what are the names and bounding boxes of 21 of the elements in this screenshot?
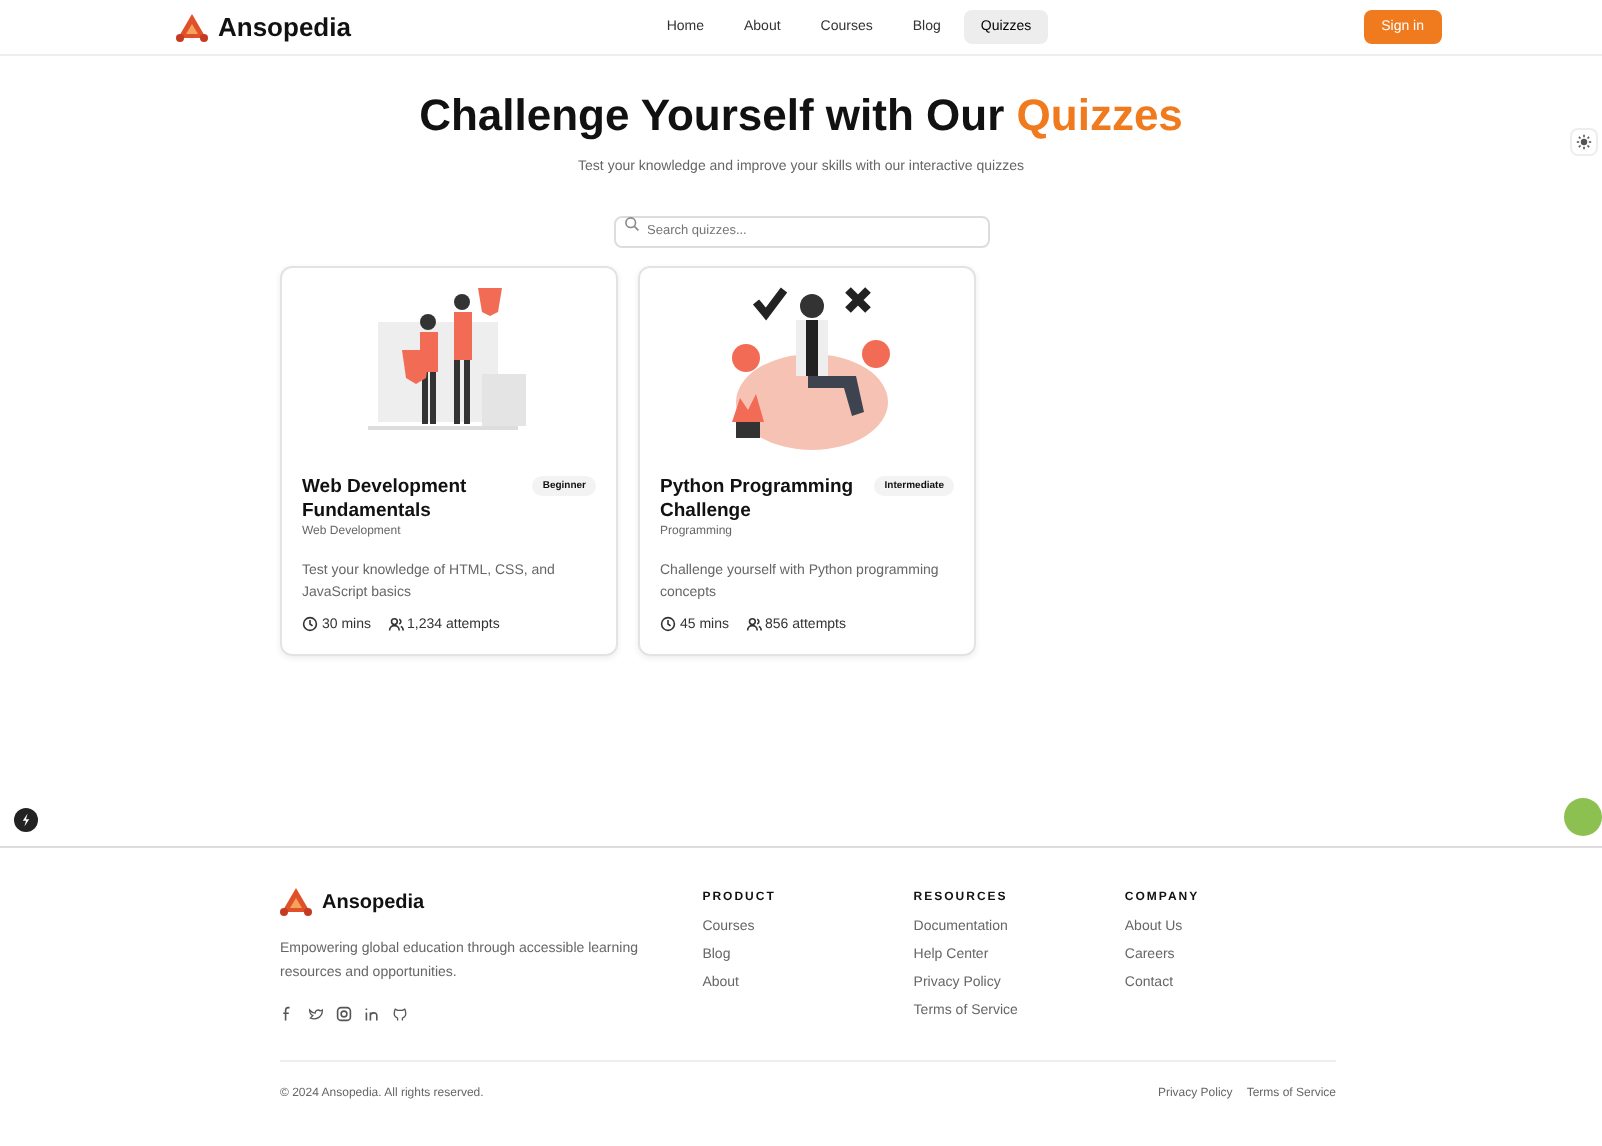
lightning-icon [18,812,34,828]
linkedin-icon [364,1006,380,1022]
lightning-button[interactable] [14,808,38,832]
users-icon [745,616,762,632]
clock-icon [302,616,318,632]
footer-logo-icon [280,888,312,916]
twitter-icon [308,1006,324,1022]
theme-toggle-button[interactable] [1570,128,1598,156]
brand-name[interactable]: Ansopedia [218,12,351,42]
quiz-title: Python Programming Challenge [660,476,856,524]
search-icon [623,216,639,232]
quiz-title: Web Development Fundamentals [302,476,469,524]
footer-brand-name: Ansopedia [322,891,425,913]
sun-icon [1576,134,1592,150]
logo-icon [176,13,208,41]
users-icon [387,616,404,632]
clock-icon [660,616,676,632]
facebook-icon [280,1006,296,1022]
page-heading: Challenge Yourself with Our Quizzes [417,90,1185,142]
github-icon [392,1006,408,1022]
instagram-icon [336,1006,352,1022]
